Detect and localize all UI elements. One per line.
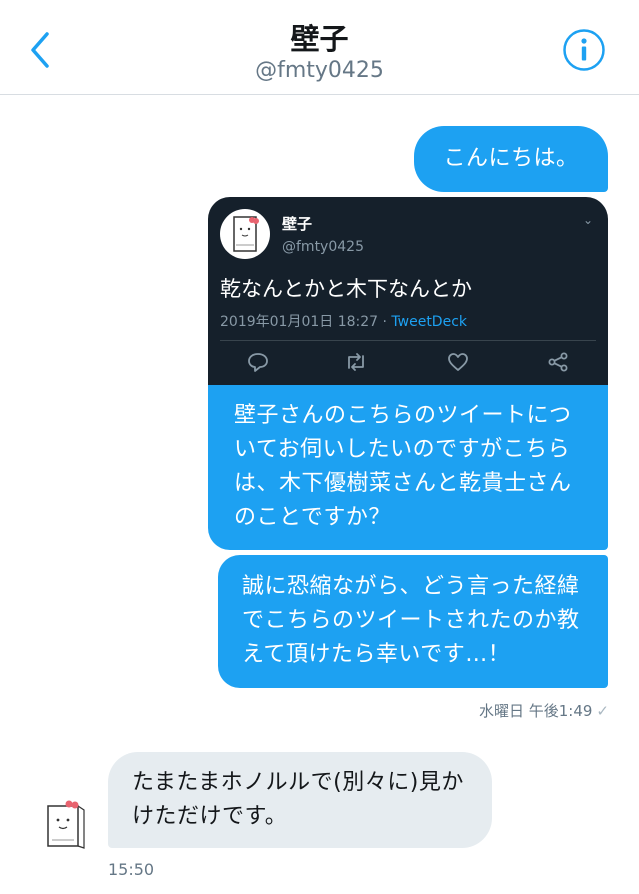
message-text: たまたまホノルルで(別々に)見かけただけです。 bbox=[132, 770, 464, 829]
conversation-header: 壁子 @fmty0425 bbox=[0, 0, 639, 95]
like-icon bbox=[448, 353, 468, 371]
sent-message-bubble[interactable]: 壁子さんのこちらのツイートについてお伺いしたいのですがこちらは、木下優樹菜さんと… bbox=[208, 385, 608, 550]
received-timestamp: 15:50 bbox=[108, 860, 155, 879]
message-text: 誠に恐縮ながら、どう言った経緯でこちらのツイートされたのか教えて頂けたら幸いです… bbox=[242, 574, 580, 667]
tweet-source-link[interactable]: TweetDeck bbox=[391, 314, 467, 330]
retweet-button[interactable] bbox=[344, 351, 368, 373]
conversation-handle: @fmty0425 bbox=[255, 58, 384, 83]
share-icon bbox=[548, 352, 568, 372]
sent-timestamp: 水曜日 午後1:49 bbox=[478, 702, 593, 720]
tweet-author-name[interactable]: 壁子 bbox=[282, 213, 312, 234]
tweet-meta: 2019年01月01日 18:27 · TweetDeck bbox=[220, 311, 467, 331]
sent-message-bubble[interactable]: 誠に恐縮ながら、どう言った経緯でこちらのツイートされたのか教えて頂けたら幸いです… bbox=[218, 555, 608, 688]
reply-button[interactable] bbox=[246, 351, 270, 373]
reply-icon bbox=[248, 353, 268, 372]
tweet-author-avatar[interactable] bbox=[220, 209, 270, 259]
retweet-icon bbox=[348, 353, 364, 371]
sent-message-bubble[interactable]: こんにちは。 bbox=[414, 126, 608, 192]
sender-avatar[interactable] bbox=[40, 796, 90, 852]
info-icon bbox=[563, 29, 605, 71]
tweet-menu-chevron-icon[interactable]: ⌄ bbox=[583, 213, 593, 227]
message-status: 水曜日 午後1:49 ✓ bbox=[479, 700, 609, 721]
conversation-title[interactable]: 壁子 bbox=[0, 16, 639, 58]
message-text: こんにちは。 bbox=[443, 146, 579, 171]
tweet-text: 乾なんとかと木下なんとか bbox=[220, 277, 472, 301]
info-button[interactable] bbox=[562, 28, 606, 72]
tweet-author-handle: @fmty0425 bbox=[282, 239, 364, 255]
received-message-bubble[interactable]: たまたまホノルルで(別々に)見かけただけです。 bbox=[108, 752, 492, 848]
message-text: 壁子さんのこちらのツイートについてお伺いしたいのですがこちらは、木下優樹菜さんと… bbox=[234, 403, 572, 530]
check-icon: ✓ bbox=[596, 702, 609, 720]
divider bbox=[220, 340, 596, 341]
like-button[interactable] bbox=[446, 351, 470, 373]
tweet-timestamp: 2019年01月01日 18:27 · bbox=[220, 314, 392, 330]
quoted-tweet-card[interactable]: 壁子 @fmty0425 ⌄ 乾なんとかと木下なんとか 2019年01月01日 … bbox=[208, 197, 608, 385]
share-button[interactable] bbox=[546, 351, 570, 373]
